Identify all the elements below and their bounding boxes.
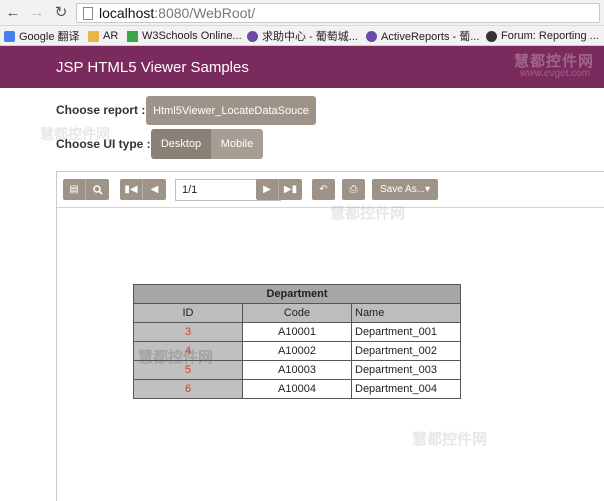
ui-desktop-button[interactable]: Desktop: [151, 129, 211, 159]
name-cell: Department_001: [351, 322, 461, 342]
watermark: 慧都控件网: [330, 205, 406, 222]
address-bar[interactable]: localhost:8080/WebRoot/: [76, 3, 600, 23]
name-cell: Department_003: [351, 360, 461, 380]
google-translate-icon: [4, 30, 15, 42]
column-header: Name: [351, 303, 461, 323]
bookmark-label: Forum: Reporting ...: [501, 30, 599, 42]
bookmark-label: ActiveReports - 葡...: [381, 31, 480, 43]
watermark: 慧都控件网: [138, 349, 214, 366]
url-text: localhost:8080/WebRoot/: [99, 5, 256, 21]
search-icon[interactable]: [86, 179, 109, 200]
bookmark-label: Google 翻译: [19, 31, 80, 43]
column-header: ID: [133, 303, 243, 323]
watermark: 慧都控件网: [412, 431, 488, 448]
activereports-icon: [366, 30, 377, 42]
name-cell: Department_002: [351, 341, 461, 361]
table-row: 6 A10004 Department_004: [133, 379, 461, 399]
sidebar-toggle-icon[interactable]: ▤: [63, 179, 86, 200]
caret-down-icon: ▾: [425, 184, 431, 195]
id-cell: 3: [133, 322, 243, 342]
column-header: Code: [242, 303, 352, 323]
choose-report-label: Choose report :: [56, 103, 146, 117]
watermark-url: www.evget.com: [520, 68, 591, 79]
code-cell: A10003: [242, 360, 352, 380]
report-title: Department: [133, 284, 461, 304]
back-arrow-icon[interactable]: ←: [4, 4, 22, 22]
code-cell: A10001: [242, 322, 352, 342]
ui-mobile-button[interactable]: Mobile: [211, 129, 263, 159]
bookmark-item[interactable]: 求助中心 - 葡萄城...: [247, 28, 358, 44]
save-as-button[interactable]: Save As...▾: [372, 179, 438, 200]
back-icon[interactable]: ↶: [312, 179, 335, 200]
page-icon: [83, 7, 93, 20]
name-cell: Department_004: [351, 379, 461, 399]
bookmark-label: W3Schools Online...: [142, 30, 242, 42]
bookmark-item[interactable]: Google 翻译: [4, 28, 80, 44]
forward-arrow-icon[interactable]: →: [28, 4, 46, 22]
table-row: 3 A10001 Department_001: [133, 322, 461, 342]
report-select-button[interactable]: Html5Viewer_LocateDataSouce: [146, 96, 316, 125]
toolbar-group-print: ⎙: [342, 179, 365, 200]
forum-icon: [486, 30, 497, 42]
bookmark-label: 求助中心 - 葡萄城...: [262, 31, 358, 43]
toolbar-group-nav-forward: ▶ ▶▮: [256, 179, 302, 200]
last-page-icon[interactable]: ▶▮: [279, 179, 302, 200]
reload-icon[interactable]: ↻: [52, 4, 70, 22]
bookmark-item[interactable]: W3Schools Online...: [127, 28, 242, 44]
browser-toolbar: ← → ↻ localhost:8080/WebRoot/: [0, 0, 604, 26]
code-cell: A10004: [242, 379, 352, 399]
table-header-row: ID Code Name: [133, 303, 461, 323]
grapecity-icon: [247, 30, 258, 42]
first-page-icon[interactable]: ▮◀: [120, 179, 143, 200]
bookmark-item[interactable]: AR: [88, 28, 118, 44]
save-as-label: Save As...▾: [380, 184, 431, 195]
bookmark-item[interactable]: Forum: Reporting ...: [486, 28, 599, 44]
w3schools-icon: [127, 30, 138, 42]
watermark: 慧都控件网: [40, 126, 110, 142]
next-page-icon[interactable]: ▶: [256, 179, 279, 200]
id-cell: 6: [133, 379, 243, 399]
code-cell: A10002: [242, 341, 352, 361]
folder-icon: [88, 30, 99, 42]
toolbar-group-back: ↶: [312, 179, 335, 200]
page-title: JSP HTML5 Viewer Samples: [56, 59, 249, 76]
toolbar-group-nav-back: ▮◀ ◀: [120, 179, 166, 200]
bookmarks-bar: Google 翻译 AR W3Schools Online... 求助中心 - …: [0, 26, 604, 46]
toolbar-group-view: ▤: [63, 179, 109, 200]
bookmark-label: AR: [103, 30, 119, 42]
bookmark-item[interactable]: ActiveReports - 葡...: [366, 28, 479, 44]
report-table: Department ID Code Name 3 A10001 Departm…: [133, 284, 461, 399]
previous-page-icon[interactable]: ◀: [143, 179, 166, 200]
print-icon[interactable]: ⎙: [342, 179, 365, 200]
